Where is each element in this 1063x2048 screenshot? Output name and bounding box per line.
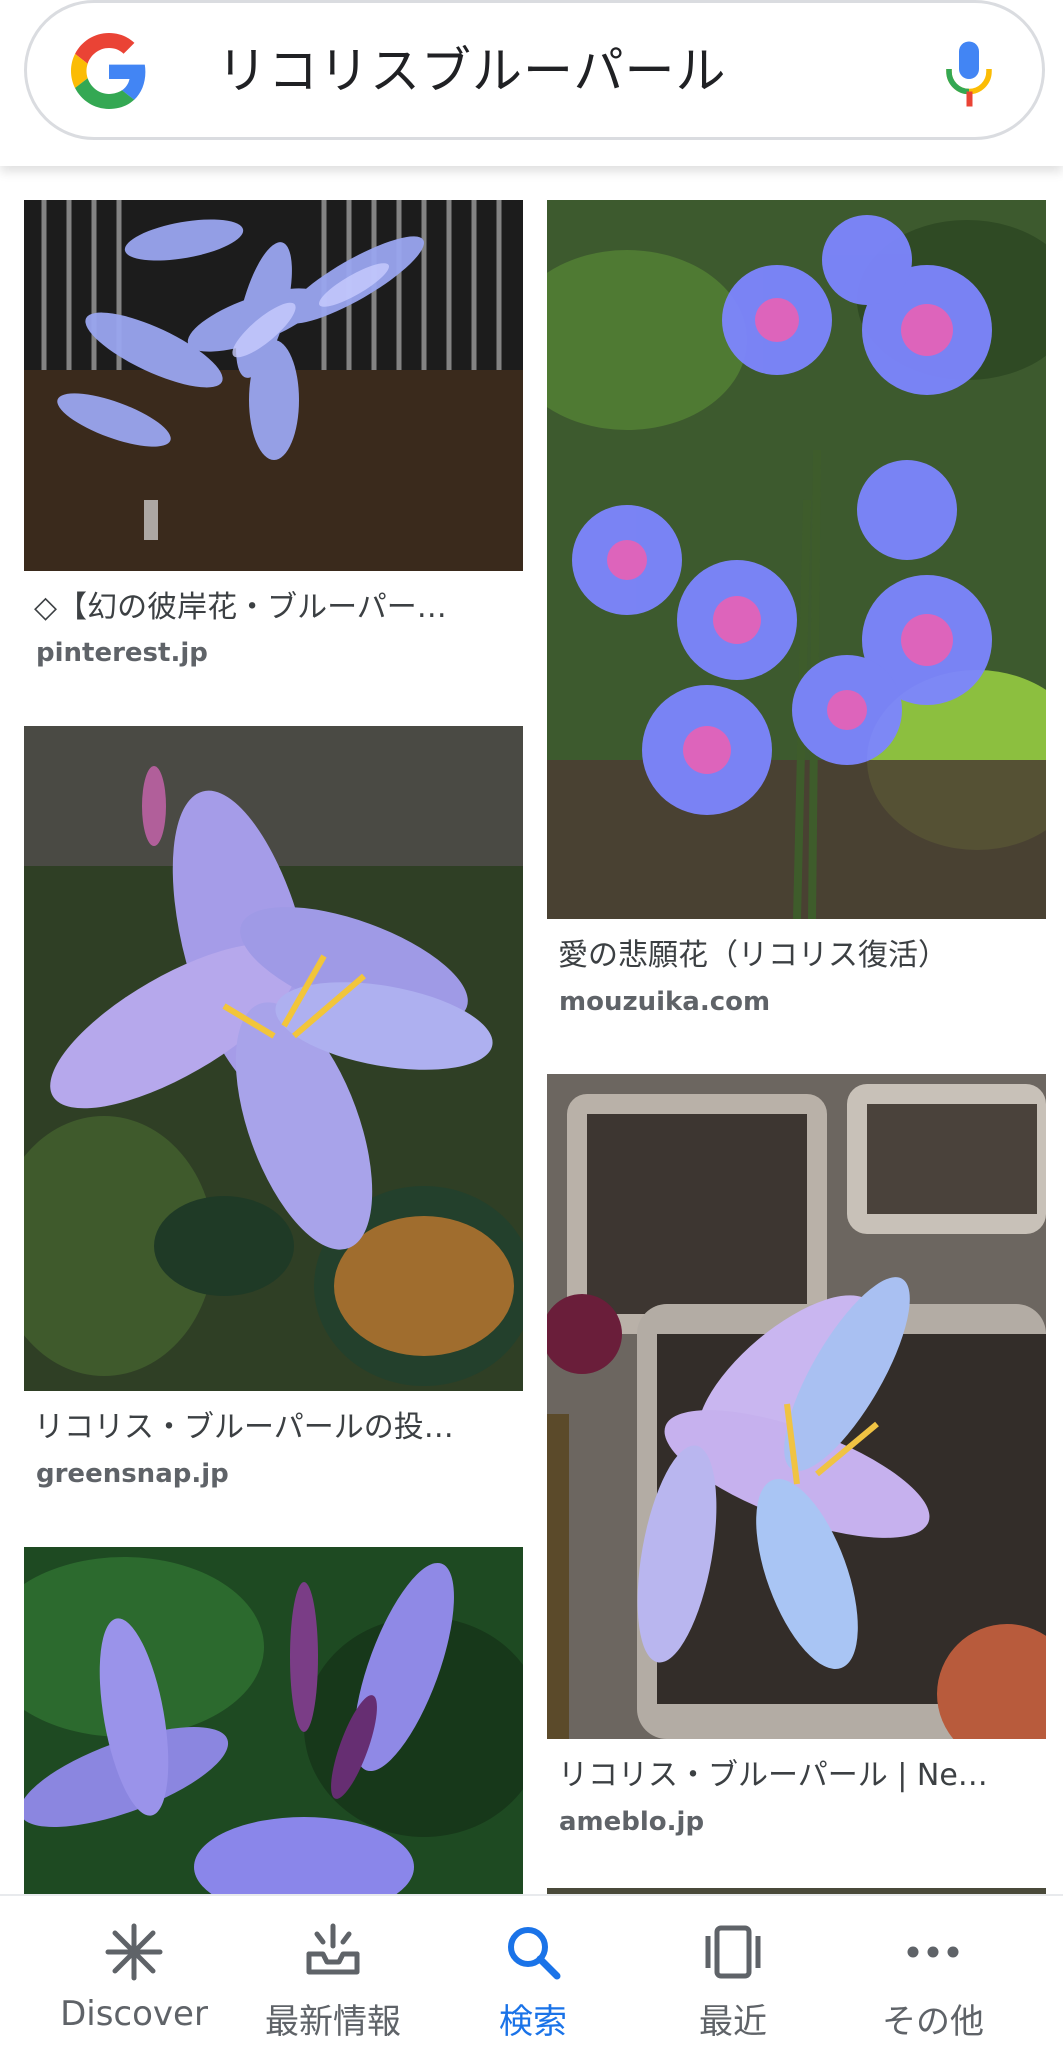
- result-source: ameblo.jp: [559, 1807, 705, 1837]
- result-title[interactable]: 愛の悲願花（リコリス復活）: [558, 936, 1038, 976]
- asterisk-icon: [105, 1923, 163, 1981]
- recent-cards-icon: [705, 1925, 761, 1979]
- result-title[interactable]: リコリス・ブルーパールの投…: [34, 1408, 514, 1448]
- nav-label: 最近: [699, 2002, 767, 2042]
- mic-icon[interactable]: [939, 39, 999, 109]
- nav-label: その他: [882, 2002, 984, 2042]
- nav-search[interactable]: 検索: [433, 1896, 633, 2048]
- bottom-navigation: Discover 最新情報 検索 最近 その他: [0, 1894, 1063, 2048]
- nav-updates[interactable]: 最新情報: [233, 1896, 433, 2048]
- search-query-text[interactable]: リコリスブルーパール: [217, 41, 727, 101]
- updates-tray-icon: [306, 1923, 360, 1975]
- result-image[interactable]: [24, 726, 523, 1391]
- nav-label: 検索: [499, 2002, 567, 2042]
- result-title[interactable]: ◇【幻の彼岸花・ブルーパー…: [34, 588, 514, 628]
- result-image[interactable]: [24, 200, 523, 571]
- result-source: mouzuika.com: [559, 987, 771, 1017]
- result-image[interactable]: [547, 200, 1046, 919]
- more-dots-icon: [907, 1946, 959, 1958]
- nav-more[interactable]: その他: [833, 1896, 1033, 2048]
- nav-recent[interactable]: 最近: [633, 1896, 833, 2048]
- result-image[interactable]: [24, 1547, 523, 1894]
- result-image[interactable]: [547, 1074, 1046, 1739]
- search-bar[interactable]: リコリスブルーパール: [24, 0, 1045, 140]
- nav-label: Discover: [60, 1994, 208, 2034]
- nav-label: 最新情報: [265, 2002, 401, 2042]
- result-source: greensnap.jp: [36, 1459, 229, 1489]
- search-icon: [508, 1927, 561, 1980]
- search-header: リコリスブルーパール: [0, 0, 1063, 166]
- google-g-logo: [71, 33, 146, 109]
- result-source: pinterest.jp: [36, 638, 208, 668]
- result-title[interactable]: リコリス・ブルーパール | Ne…: [558, 1756, 1038, 1796]
- nav-discover[interactable]: Discover: [34, 1896, 234, 2048]
